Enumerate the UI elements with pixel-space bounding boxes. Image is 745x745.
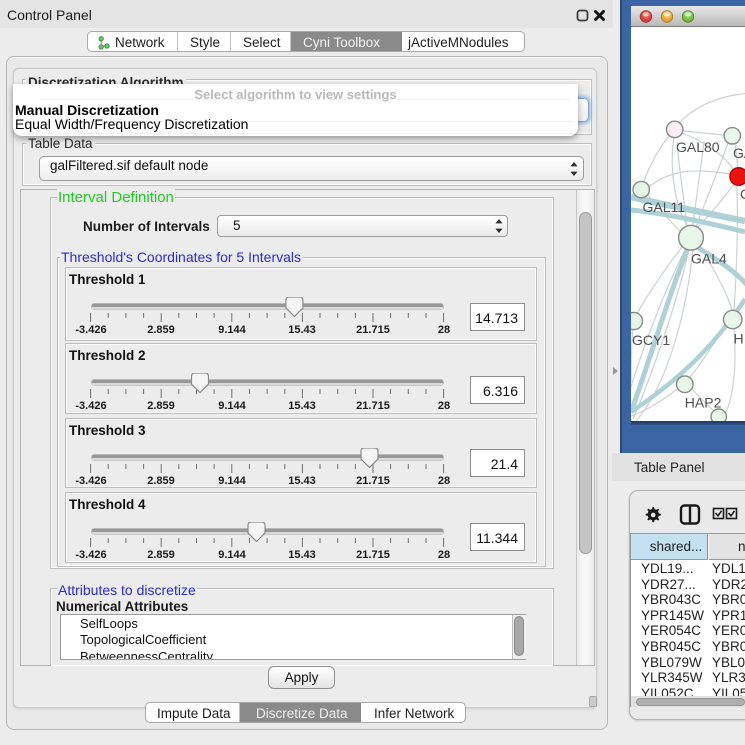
svg-text:C: C bbox=[740, 186, 745, 202]
svg-text:GAL11: GAL11 bbox=[643, 199, 686, 215]
svg-text:GAL80: GAL80 bbox=[676, 139, 720, 155]
svg-text:HAP2: HAP2 bbox=[685, 395, 722, 411]
svg-text:H: H bbox=[734, 331, 744, 347]
svg-text:GAL4: GAL4 bbox=[691, 251, 727, 267]
svg-text:GA: GA bbox=[733, 145, 745, 161]
svg-text:GCY1: GCY1 bbox=[632, 332, 670, 348]
